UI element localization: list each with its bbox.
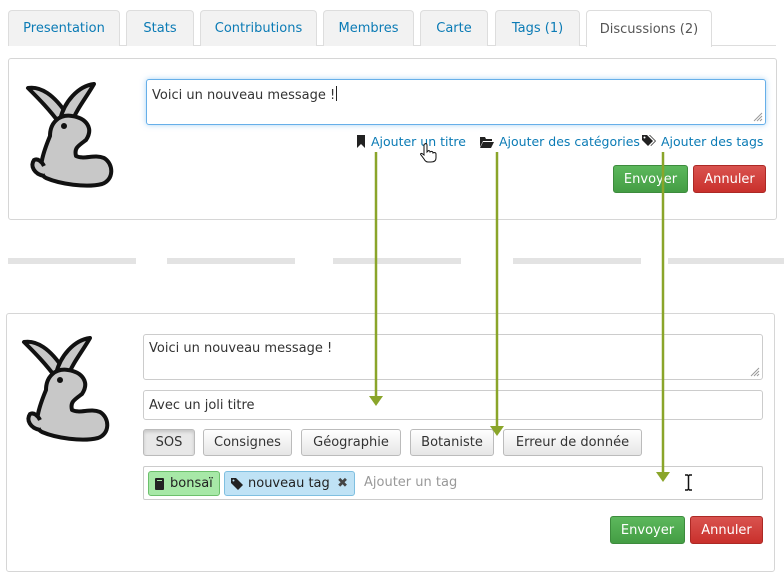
send-button[interactable]: Envoyer — [613, 165, 688, 193]
tag-icon — [231, 477, 243, 490]
remove-tag-icon[interactable]: ✖ — [337, 476, 348, 491]
tab-presentation[interactable]: Presentation — [8, 10, 120, 46]
tag-input-placeholder[interactable]: Ajouter un tag — [364, 475, 457, 490]
add-categories-link[interactable]: Ajouter des catégories — [480, 134, 640, 149]
add-tags-label: Ajouter des tags — [661, 134, 764, 149]
avatar — [20, 80, 120, 192]
tag-bonsai: bonsaï — [148, 471, 220, 496]
tag-input-box[interactable]: bonsaï nouveau tag ✖ Ajouter un tag — [143, 466, 763, 500]
divider-segment — [8, 258, 136, 264]
divider-segment — [668, 258, 784, 264]
tab-carte[interactable]: Carte — [420, 10, 488, 46]
text-cursor-icon — [685, 474, 692, 491]
category-botaniste[interactable]: Botaniste — [410, 429, 494, 456]
tab-contributions[interactable]: Contributions — [200, 10, 317, 46]
tag-label: nouveau tag — [248, 476, 330, 491]
tag-nouveau-tag: nouveau tag ✖ — [224, 471, 355, 496]
title-input[interactable]: Avec un joli titre — [143, 390, 763, 420]
message-textarea[interactable]: Voici un nouveau message ! — [143, 334, 763, 380]
category-sos[interactable]: SOS — [143, 429, 195, 456]
resize-handle-icon[interactable] — [750, 367, 760, 377]
tab-bar: Presentation Stats Contributions Membres… — [8, 10, 776, 47]
add-tags-link[interactable]: Ajouter des tags — [642, 134, 763, 149]
category-geographie[interactable]: Géographie — [301, 429, 401, 456]
category-consignes[interactable]: Consignes — [203, 429, 292, 456]
tag-label: bonsaï — [170, 476, 213, 491]
message-text: Voici un nouveau message ! — [149, 341, 333, 356]
add-title-link[interactable]: Ajouter un titre — [356, 134, 466, 149]
message-textarea[interactable]: Voici un nouveau message ! — [146, 79, 766, 125]
resize-handle-icon[interactable] — [753, 112, 763, 122]
tab-discussions[interactable]: Discussions (2) — [586, 10, 712, 47]
message-text: Voici un nouveau message ! — [152, 88, 336, 103]
divider-segment — [513, 258, 641, 264]
rabbit-icon — [26, 82, 114, 188]
add-categories-label: Ajouter des catégories — [499, 134, 640, 149]
book-icon — [155, 477, 164, 490]
category-erreur-de-donnee[interactable]: Erreur de donnée — [503, 429, 642, 456]
cancel-button[interactable]: Annuler — [693, 165, 766, 193]
folder-open-icon — [480, 136, 494, 148]
text-caret — [336, 86, 338, 101]
tab-tags[interactable]: Tags (1) — [495, 10, 580, 46]
divider-segment — [167, 258, 295, 264]
send-button[interactable]: Envoyer — [610, 516, 685, 544]
divider-segment — [333, 258, 461, 264]
hand-cursor-icon — [420, 143, 437, 163]
bookmark-icon — [357, 135, 365, 148]
title-input-value: Avec un joli titre — [149, 397, 255, 413]
tab-membres[interactable]: Membres — [323, 10, 414, 46]
avatar — [16, 334, 116, 446]
tags-icon — [642, 135, 656, 146]
tab-stats[interactable]: Stats — [126, 10, 194, 46]
cancel-button[interactable]: Annuler — [690, 516, 763, 544]
rabbit-icon — [22, 336, 110, 442]
